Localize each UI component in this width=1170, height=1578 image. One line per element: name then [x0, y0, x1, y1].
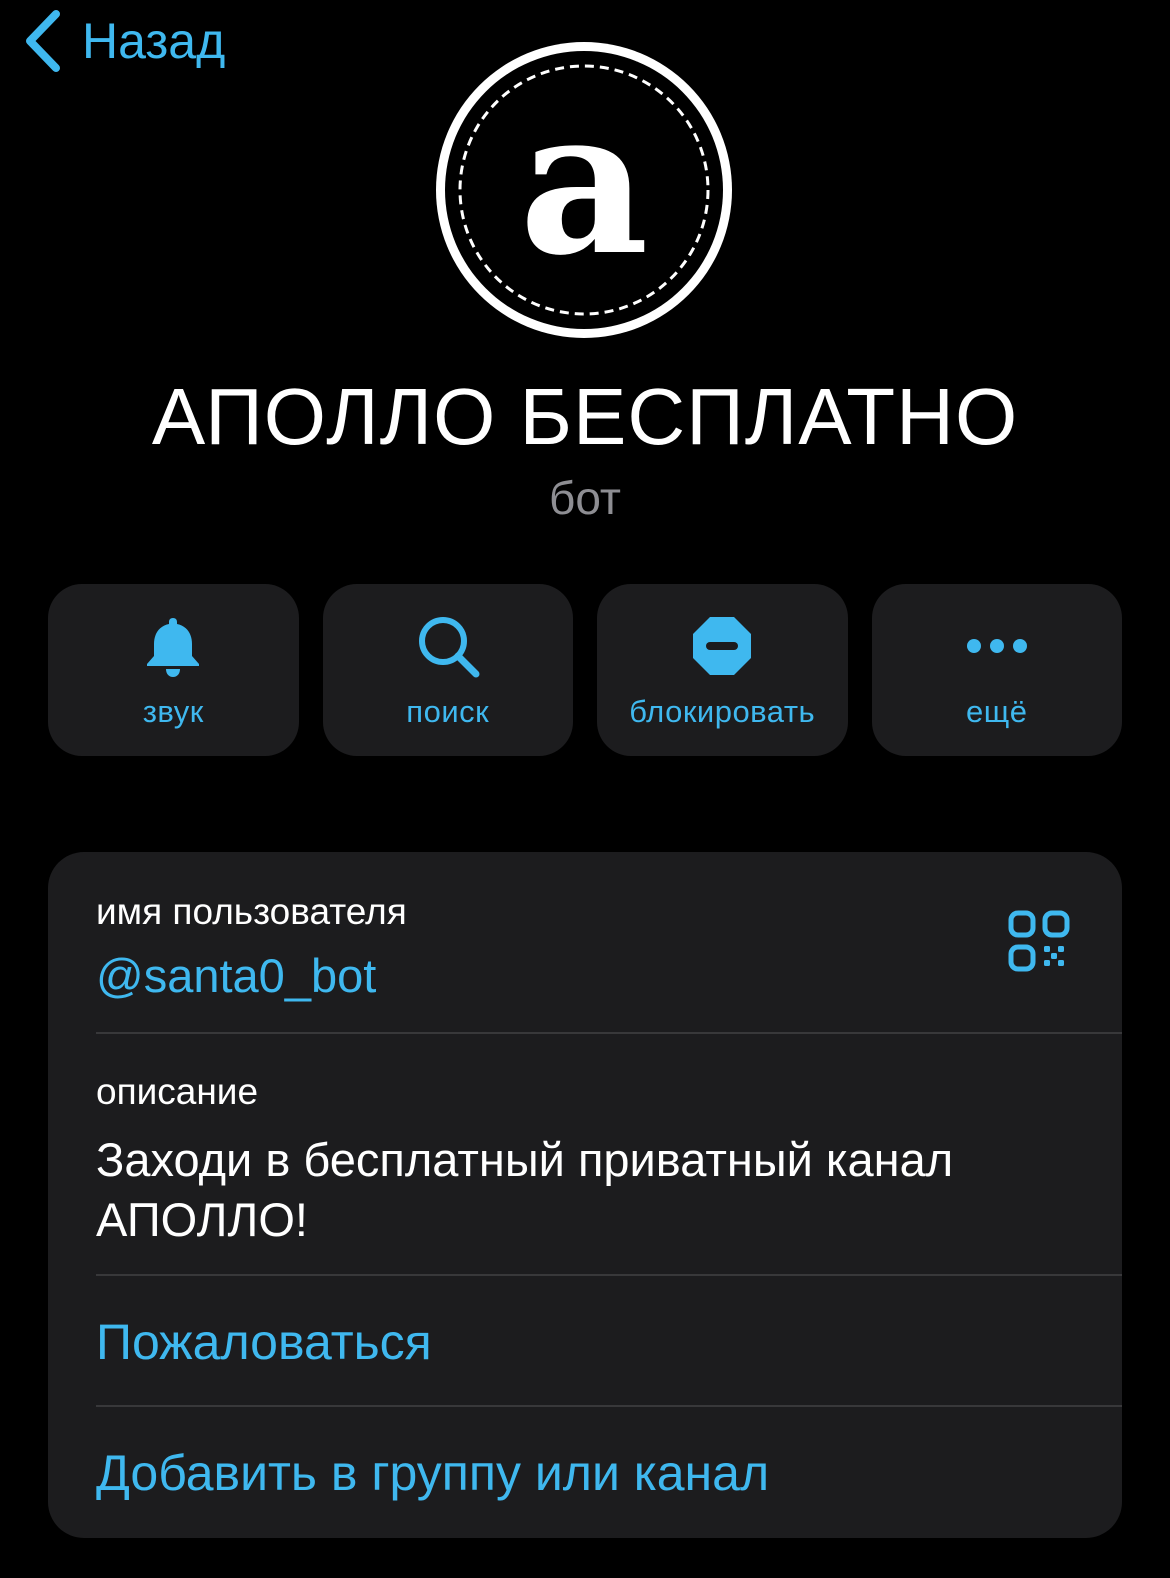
username-label: имя пользователя	[96, 891, 407, 932]
block-icon	[690, 614, 754, 678]
more-label: ещё	[966, 694, 1028, 729]
username-row[interactable]: имя пользователя @santa0_bot	[96, 890, 1122, 1004]
info-card: имя пользователя @santa0_bot описание За…	[48, 852, 1122, 1538]
more-icon	[965, 614, 1029, 678]
username-value[interactable]: @santa0_bot	[96, 948, 1122, 1004]
avatar: a	[434, 40, 734, 340]
sound-button[interactable]: звук	[48, 584, 299, 756]
block-label: блокировать	[629, 694, 816, 729]
separator	[96, 1032, 1122, 1034]
description-row: описание Заходи в бесплатный приватный к…	[96, 1070, 1122, 1250]
profile-subtitle: бот	[549, 472, 621, 524]
separator	[96, 1405, 1122, 1407]
action-bar: звук поиск блокировать ещё	[48, 584, 1122, 756]
search-button[interactable]: поиск	[322, 584, 573, 756]
add-to-group-link[interactable]: Добавить в группу или канал	[96, 1443, 1122, 1503]
more-button[interactable]: ещё	[871, 584, 1122, 756]
search-label: поиск	[406, 694, 490, 729]
avatar-letter: a	[519, 65, 649, 300]
search-icon	[416, 614, 480, 678]
back-label: Назад	[82, 13, 226, 69]
profile-title: АПОЛЛО БЕСПЛАТНО	[151, 372, 1019, 461]
qr-code-icon[interactable]	[1008, 910, 1070, 972]
description-label: описание	[96, 1071, 259, 1112]
bell-icon	[141, 614, 205, 678]
block-button[interactable]: блокировать	[597, 584, 848, 756]
report-link[interactable]: Пожаловаться	[96, 1312, 1122, 1372]
sound-label: звук	[142, 694, 204, 729]
separator	[96, 1274, 1122, 1276]
report-row[interactable]: Пожаловаться	[96, 1312, 1122, 1372]
add-to-group-row[interactable]: Добавить в группу или канал	[96, 1443, 1122, 1503]
chevron-left-icon	[22, 8, 62, 74]
back-button[interactable]: Назад	[22, 8, 225, 74]
description-value: Заходи в бесплатный приватный канал АПОЛ…	[96, 1133, 954, 1246]
